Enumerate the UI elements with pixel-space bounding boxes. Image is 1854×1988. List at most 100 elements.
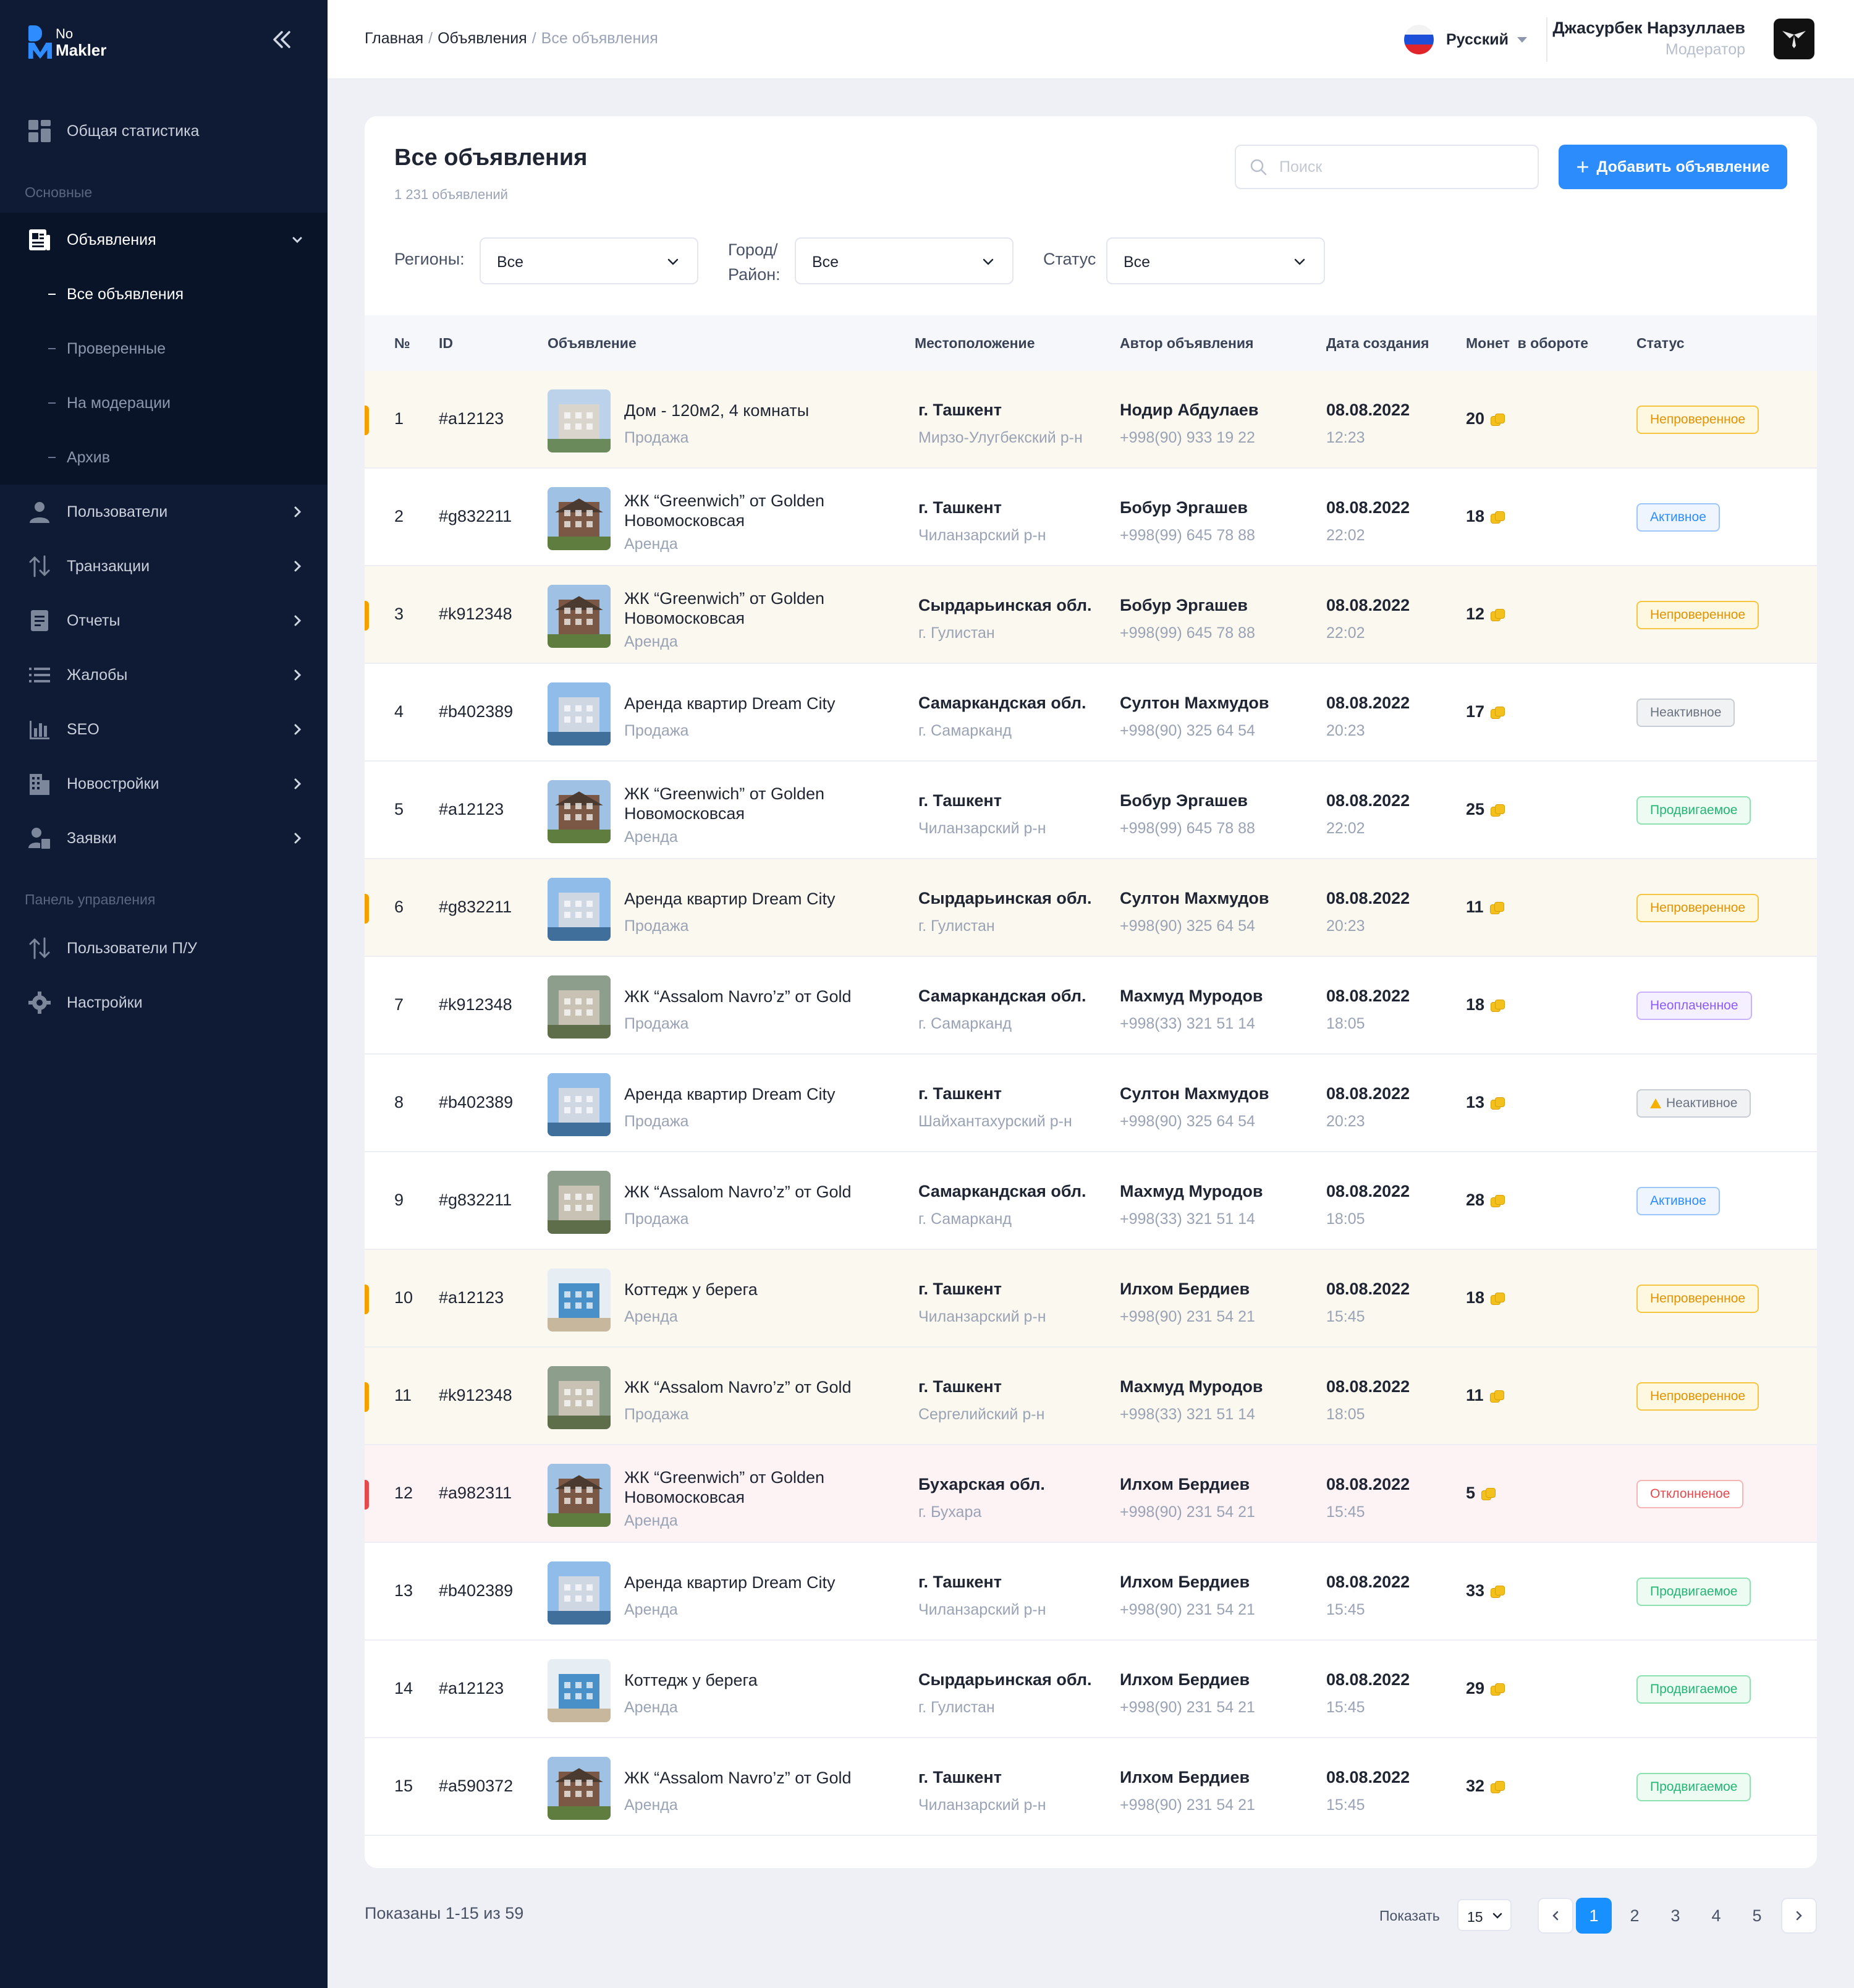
listing-title[interactable]: ЖК “Greenwich” от Golden Новомосковсая <box>624 491 884 530</box>
table-row[interactable]: 14 #a12123 Коттедж у берега Аренда Сырдарьин… <box>365 1641 1817 1738</box>
row-id[interactable]: #g832211 <box>439 1191 512 1210</box>
listing-thumbnail[interactable] <box>548 1757 611 1820</box>
row-id[interactable]: #a590372 <box>439 1777 513 1796</box>
listing-title[interactable]: ЖК “Assalom Navro’z” от Gold <box>624 1768 884 1788</box>
add-listing-button[interactable]: + Добавить объявление <box>1559 145 1787 189</box>
row-id[interactable]: #g832211 <box>439 898 512 917</box>
section-label-main: Основные <box>25 184 93 200</box>
next-page-button[interactable] <box>1781 1898 1817 1934</box>
breadcrumb-listings[interactable]: Объявления <box>438 30 527 47</box>
listing-thumbnail[interactable] <box>548 1268 611 1332</box>
listing-thumbnail[interactable] <box>548 1464 611 1527</box>
listing-thumbnail[interactable] <box>548 389 611 452</box>
sidebar-item-report[interactable]: Отчеты <box>0 593 328 648</box>
table-row[interactable]: 2 #g832211 ЖК “Greenwich” от Golden Новомо… <box>365 469 1817 566</box>
sidebar-subitem[interactable]: Архив <box>0 430 328 485</box>
row-id[interactable]: #g832211 <box>439 507 512 526</box>
table-row[interactable]: 15 #a590372 ЖК “Assalom Navro’z” от Gold Ар… <box>365 1738 1817 1836</box>
listing-thumbnail[interactable] <box>548 1659 611 1722</box>
table-row[interactable]: 3 #k912348 ЖК “Greenwich” от Golden Новомо… <box>365 566 1817 664</box>
table-row[interactable]: 7 #k912348 ЖК “Assalom Navro’z” от Gold Про… <box>365 957 1817 1055</box>
row-id[interactable]: #a12123 <box>439 800 504 819</box>
sidebar-item-bar-chart[interactable]: SEO <box>0 702 328 757</box>
row-id[interactable]: #b402389 <box>439 1093 513 1112</box>
table-row[interactable]: 4 #b402389 Аренда квартир Dream City Продаж… <box>365 664 1817 762</box>
listing-thumbnail[interactable] <box>548 878 611 941</box>
breadcrumb-home[interactable]: Главная <box>365 30 423 47</box>
table-row[interactable]: 13 #b402389 Аренда квартир Dream City Аренд… <box>365 1543 1817 1641</box>
row-id[interactable]: #a12123 <box>439 1679 504 1698</box>
listing-thumbnail[interactable] <box>548 487 611 550</box>
created-time: 12:23 <box>1326 429 1365 446</box>
listing-thumbnail[interactable] <box>548 1073 611 1136</box>
prev-page-button[interactable] <box>1538 1898 1573 1934</box>
sidebar-panel-item[interactable]: Настройки <box>0 975 328 1030</box>
status-select[interactable]: Все <box>1106 237 1325 284</box>
listing-thumbnail[interactable] <box>548 1561 611 1625</box>
table-row[interactable]: 8 #b402389 Аренда квартир Dream City Продаж… <box>365 1055 1817 1152</box>
listing-title[interactable]: Коттедж у берега <box>624 1280 884 1299</box>
logo[interactable]: No Makler <box>28 23 106 61</box>
listing-thumbnail[interactable] <box>548 1171 611 1234</box>
listing-thumbnail[interactable] <box>548 780 611 843</box>
listing-title[interactable]: ЖК “Assalom Navro’z” от Gold <box>624 1182 884 1202</box>
listing-title[interactable]: Аренда квартир Dream City <box>624 1084 884 1104</box>
sidebar-panel-item[interactable]: Пользователи П/У <box>0 921 328 975</box>
listing-thumbnail[interactable] <box>548 1366 611 1429</box>
page-button[interactable]: 5 <box>1739 1898 1775 1934</box>
city-select[interactable]: Все <box>795 237 1014 284</box>
listing-title[interactable]: ЖК “Assalom Navro’z” от Gold <box>624 987 884 1006</box>
listing-thumbnail[interactable] <box>548 975 611 1039</box>
per-page-select[interactable]: 15 <box>1457 1899 1512 1931</box>
coins-amount: 11 <box>1466 898 1484 916</box>
row-id[interactable]: #a12123 <box>439 409 504 428</box>
row-id[interactable]: #b402389 <box>439 1581 513 1600</box>
region-select[interactable]: Все <box>480 237 698 284</box>
language-selector[interactable]: Русский <box>1404 23 1528 56</box>
row-id[interactable]: #k912348 <box>439 995 512 1014</box>
row-id[interactable]: #k912348 <box>439 605 512 624</box>
search-input[interactable] <box>1279 156 1526 178</box>
listing-title[interactable]: ЖК “Greenwich” от Golden Новомосковсая <box>624 784 884 823</box>
sidebar-item-listings[interactable]: Объявления <box>0 213 328 267</box>
page-button[interactable]: 2 <box>1617 1898 1653 1934</box>
listing-title[interactable]: Аренда квартир Dream City <box>624 889 884 909</box>
collapse-sidebar-icon[interactable] <box>269 27 294 52</box>
sidebar-item-list[interactable]: Жалобы <box>0 648 328 702</box>
listing-title[interactable]: ЖК “Greenwich” от Golden Новомосковсая <box>624 1468 884 1507</box>
avatar[interactable] <box>1774 19 1814 59</box>
table-row[interactable]: 9 #g832211 ЖК “Assalom Navro’z” от Gold Про… <box>365 1152 1817 1250</box>
listing-title[interactable]: ЖК “Assalom Navro’z” от Gold <box>624 1377 884 1397</box>
listing-title[interactable]: Аренда квартир Dream City <box>624 694 884 713</box>
row-id[interactable]: #a982311 <box>439 1484 512 1503</box>
row-id[interactable]: #a12123 <box>439 1288 504 1307</box>
sidebar-item-user[interactable]: Пользователи <box>0 485 328 539</box>
row-id[interactable]: #b402389 <box>439 702 513 721</box>
listing-thumbnail[interactable] <box>548 585 611 648</box>
table-row[interactable]: 1 #a12123 Дом - 120м2, 4 комнаты Продажа г. … <box>365 371 1817 469</box>
listing-thumbnail[interactable] <box>548 682 611 746</box>
listing-title[interactable]: ЖК “Greenwich” от Golden Новомосковсая <box>624 588 884 628</box>
table-row[interactable]: 11 #k912348 ЖК “Assalom Navro’z” от Gold Пр… <box>365 1348 1817 1445</box>
location-region: Сырдарьинская обл. <box>918 889 1092 907</box>
row-id[interactable]: #k912348 <box>439 1386 512 1405</box>
sidebar-item-stats[interactable]: Общая статистика <box>0 104 328 158</box>
table-row[interactable]: 5 #a12123 ЖК “Greenwich” от Golden Новомос… <box>365 762 1817 859</box>
sidebar-subitem[interactable]: На модерации <box>0 376 328 430</box>
sidebar-item-building[interactable]: Новостройки <box>0 757 328 811</box>
table-row[interactable]: 12 #a982311 ЖК “Greenwich” от Golden Новом… <box>365 1445 1817 1543</box>
listing-title[interactable]: Аренда квартир Dream City <box>624 1573 884 1592</box>
listing-title[interactable]: Коттедж у берега <box>624 1670 884 1690</box>
sidebar-subitem[interactable]: Все объявления <box>0 267 328 321</box>
page-button[interactable]: 4 <box>1698 1898 1734 1934</box>
page-button[interactable]: 3 <box>1657 1898 1693 1934</box>
table-row[interactable]: 6 #g832211 Аренда квартир Dream City Продаж… <box>365 859 1817 957</box>
page-button[interactable]: 1 <box>1576 1898 1612 1934</box>
location-region: г. Ташкент <box>918 1377 1002 1396</box>
sidebar-item-transactions[interactable]: Транзакции <box>0 539 328 593</box>
sidebar-item-request[interactable]: Заявки <box>0 811 328 865</box>
author-phone: +998(90) 325 64 54 <box>1120 917 1255 935</box>
table-row[interactable]: 10 #a12123 Коттедж у берега Аренда г. Ташкен… <box>365 1250 1817 1348</box>
listing-title[interactable]: Дом - 120м2, 4 комнаты <box>624 401 884 420</box>
sidebar-subitem[interactable]: Проверенные <box>0 321 328 376</box>
